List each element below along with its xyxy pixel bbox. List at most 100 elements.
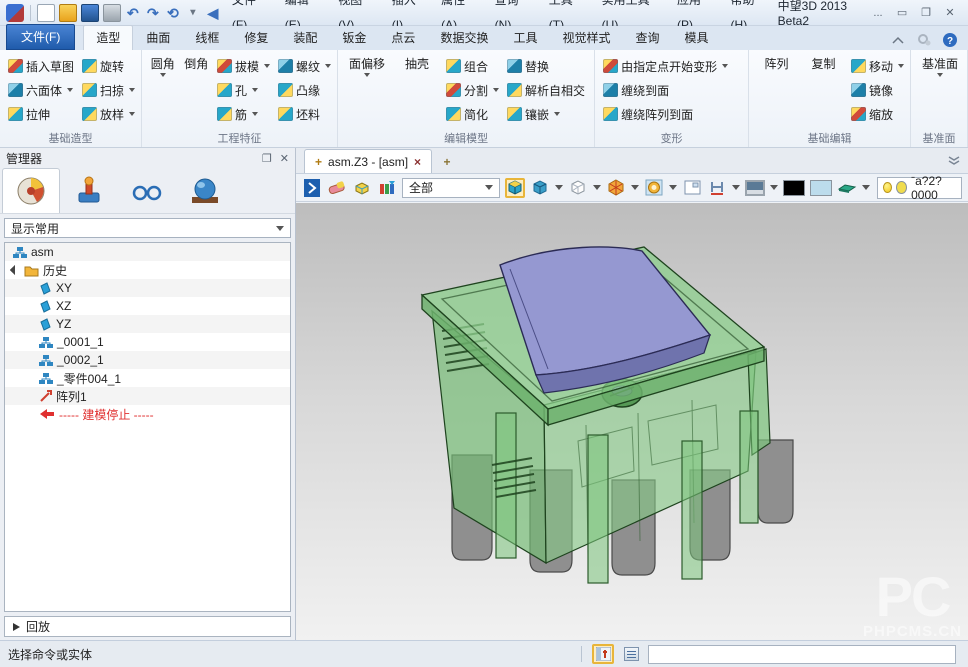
tab-close-icon[interactable]: × bbox=[414, 155, 421, 169]
tab-shape[interactable]: 造型 bbox=[83, 25, 133, 50]
collapse-icon[interactable]: ◀ bbox=[205, 4, 221, 22]
toolbar-options-icon[interactable]: ▾ bbox=[185, 4, 201, 22]
tab-inquire[interactable]: 查询 bbox=[623, 26, 671, 50]
open-file-icon[interactable] bbox=[59, 4, 77, 22]
resolve-selfintersection-button[interactable]: 解析自相交 bbox=[505, 78, 587, 102]
panel-toggle-icon[interactable] bbox=[592, 644, 614, 664]
tab-dataexchange[interactable]: 数据交换 bbox=[428, 26, 500, 50]
tab-assembly-manager[interactable] bbox=[60, 168, 118, 213]
tree-item-pattern1[interactable]: 阵列1 bbox=[5, 387, 290, 405]
close-button[interactable]: ✕ bbox=[942, 6, 958, 19]
tab-mold[interactable]: 模具 bbox=[673, 26, 721, 50]
minimize-button[interactable]: ▭ bbox=[894, 6, 910, 19]
tab-wireframe[interactable]: 线框 bbox=[183, 26, 231, 50]
thread-button[interactable]: 螺纹 bbox=[276, 54, 333, 78]
simplify-button[interactable]: 简化 bbox=[444, 102, 501, 126]
tab-assembly[interactable]: 装配 bbox=[281, 26, 329, 50]
wireframe-cube-icon[interactable] bbox=[568, 178, 588, 198]
surface-display-icon[interactable] bbox=[837, 178, 857, 198]
fillet-button[interactable]: 圆角 bbox=[148, 54, 177, 131]
chevron-down-icon[interactable] bbox=[862, 185, 870, 190]
redo-icon[interactable]: ↷ bbox=[145, 4, 161, 22]
lip-button[interactable]: 凸缘 bbox=[276, 78, 333, 102]
3d-viewport[interactable]: PC PHPCMS.CN bbox=[296, 203, 968, 640]
tab-file[interactable]: 文件(F) bbox=[6, 24, 75, 50]
print-icon[interactable] bbox=[103, 4, 121, 22]
save-icon[interactable] bbox=[81, 4, 99, 22]
search-icon[interactable] bbox=[916, 33, 932, 47]
shaded-cube-icon[interactable] bbox=[530, 178, 550, 198]
replace-button[interactable]: 替换 bbox=[505, 54, 587, 78]
bounding-box-icon[interactable] bbox=[352, 178, 372, 198]
render-wheel-icon[interactable] bbox=[606, 178, 626, 198]
datum-plane-button[interactable]: 基准面 bbox=[917, 54, 963, 131]
chevron-down-icon[interactable] bbox=[669, 185, 677, 190]
overflow-button[interactable]: ... bbox=[870, 7, 886, 19]
tab-view-manager[interactable] bbox=[176, 168, 234, 213]
status-input[interactable] bbox=[648, 645, 956, 664]
escape-icon[interactable] bbox=[302, 178, 322, 198]
tab-overflow-icon[interactable] bbox=[940, 155, 968, 173]
tree-item-part004[interactable]: _零件004_1 bbox=[5, 369, 290, 387]
tree-item-xz-plane[interactable]: XZ bbox=[5, 297, 290, 315]
insert-sketch-button[interactable]: 插入草图 bbox=[6, 54, 76, 78]
rib-button[interactable]: 筋 bbox=[215, 102, 272, 126]
panel-restore-button[interactable]: ❐ bbox=[262, 152, 272, 165]
wrap-pattern-to-face-button[interactable]: 缠绕阵列到面 bbox=[601, 102, 730, 126]
output-list-icon[interactable] bbox=[620, 644, 642, 664]
tree-item-asm[interactable]: asm bbox=[5, 243, 290, 261]
tree-item-yz-plane[interactable]: YZ bbox=[5, 315, 290, 333]
revolve-button[interactable]: 旋转 bbox=[80, 54, 137, 78]
tree-item-component-0002[interactable]: _0002_1 bbox=[5, 351, 290, 369]
entity-filter-dropdown[interactable]: 全部 bbox=[402, 178, 500, 198]
new-file-icon[interactable] bbox=[37, 4, 55, 22]
hole-button[interactable]: 孔 bbox=[215, 78, 272, 102]
tab-surface[interactable]: 曲面 bbox=[134, 26, 182, 50]
layer-field[interactable]: ˉa?2?0000 bbox=[877, 177, 962, 199]
tree-item-component-0001[interactable]: _0001_1 bbox=[5, 333, 290, 351]
chevron-down-icon[interactable] bbox=[770, 185, 778, 190]
blue-color-swatch[interactable] bbox=[810, 180, 832, 196]
tree-item-history-folder[interactable]: 历史 bbox=[5, 261, 290, 279]
chevron-down-icon[interactable] bbox=[732, 185, 740, 190]
tab-sheetmetal[interactable]: 钣金 bbox=[330, 26, 378, 50]
circle-view-icon[interactable] bbox=[644, 178, 664, 198]
new-document-tab[interactable]: + bbox=[432, 151, 462, 173]
tab-tools[interactable]: 工具 bbox=[501, 26, 549, 50]
collapse-ribbon-icon[interactable] bbox=[890, 34, 906, 46]
tab-repair[interactable]: 修复 bbox=[232, 26, 280, 50]
eraser-icon[interactable] bbox=[327, 178, 347, 198]
tab-visualstyle[interactable]: 视觉样式 bbox=[550, 26, 622, 50]
viewport-window-icon[interactable] bbox=[682, 178, 702, 198]
sweep-button[interactable]: 扫掠 bbox=[80, 78, 137, 102]
shell-button[interactable]: 抽壳 bbox=[394, 54, 440, 131]
shaded-mode-icon[interactable] bbox=[505, 178, 525, 198]
tree-item-xy-plane[interactable]: XY bbox=[5, 279, 290, 297]
mirror-button[interactable]: 镜像 bbox=[849, 78, 906, 102]
tree-item-model-stop[interactable]: ----- 建模停止 ----- bbox=[5, 405, 290, 423]
sync-icon[interactable]: ⟲ bbox=[165, 4, 181, 22]
tree-filter-dropdown[interactable]: 显示常用 bbox=[4, 218, 291, 238]
inlay-button[interactable]: 镶嵌 bbox=[505, 102, 587, 126]
wrap-to-face-button[interactable]: 缠绕到面 bbox=[601, 78, 730, 102]
scale-button[interactable]: 缩放 bbox=[849, 102, 906, 126]
box-button[interactable]: 六面体 bbox=[6, 78, 76, 102]
rocker-switch-model[interactable] bbox=[296, 203, 968, 640]
tab-history-manager[interactable] bbox=[2, 168, 60, 213]
face-offset-button[interactable]: 面偏移 bbox=[344, 54, 390, 131]
loft-button[interactable]: 放样 bbox=[80, 102, 137, 126]
chamfer-button[interactable]: 倒角 bbox=[182, 54, 211, 131]
tab-pointcloud[interactable]: 点云 bbox=[379, 26, 427, 50]
draft-button[interactable]: 拔模 bbox=[215, 54, 272, 78]
chevron-down-icon[interactable] bbox=[555, 185, 563, 190]
playback-bar[interactable]: 回放 bbox=[4, 616, 291, 637]
section-view-icon[interactable] bbox=[707, 178, 727, 198]
black-color-swatch[interactable] bbox=[783, 180, 805, 196]
chevron-down-icon[interactable] bbox=[593, 185, 601, 190]
stock-button[interactable]: 坯料 bbox=[276, 102, 333, 126]
document-tab-asm[interactable]: + asm.Z3 - [asm] × bbox=[304, 149, 432, 173]
help-icon[interactable]: ? bbox=[942, 32, 958, 48]
color-filter-icon[interactable] bbox=[377, 178, 397, 198]
restore-button[interactable]: ❐ bbox=[918, 6, 934, 19]
tab-visibility-manager[interactable] bbox=[118, 168, 176, 213]
